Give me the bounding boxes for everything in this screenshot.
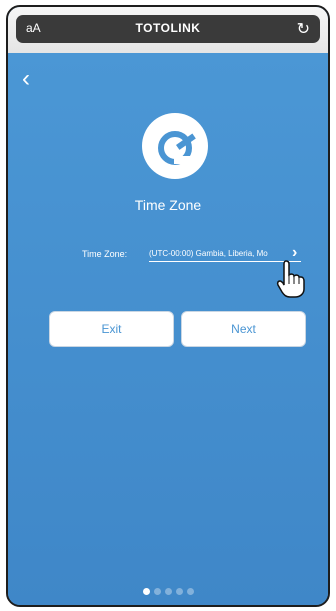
page-dot: [175, 588, 183, 595]
chevron-left-icon[interactable]: ‹: [22, 67, 30, 91]
url-title[interactable]: TOTOLINK: [16, 21, 320, 35]
reload-icon[interactable]: ↻: [297, 19, 310, 39]
next-button[interactable]: Next: [181, 311, 306, 347]
page-dot: [164, 588, 172, 595]
page-dot: [142, 588, 150, 595]
wizard-screen: ‹ Time Zone Time Zone: (UTC-00:00) Gambi…: [8, 53, 328, 605]
totolink-logo-icon: [142, 113, 208, 179]
time-zone-label: Time Zone:: [82, 249, 128, 259]
browser-toolbar: aA TOTOLINK ↻: [8, 7, 328, 54]
phone-frame: aA TOTOLINK ↻ ‹ Time Zone Time Zone: (UT…: [6, 5, 330, 607]
exit-button[interactable]: Exit: [49, 311, 174, 347]
page-dot: [186, 588, 194, 595]
pagination-dots: [8, 588, 328, 595]
address-bar[interactable]: aA TOTOLINK ↻: [16, 15, 320, 43]
hand-pointer-icon: [276, 260, 305, 298]
page-dot: [153, 588, 161, 595]
page-title: Time Zone: [134, 197, 202, 213]
